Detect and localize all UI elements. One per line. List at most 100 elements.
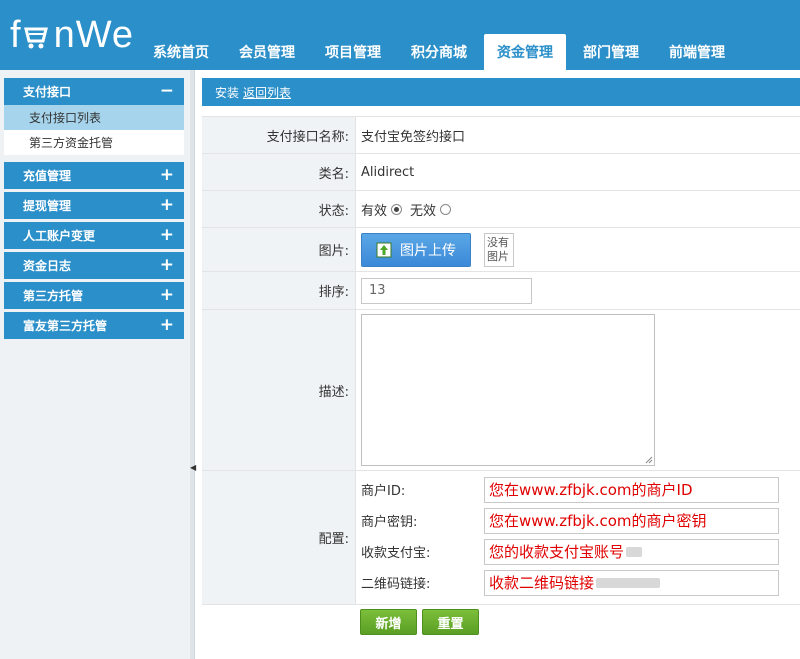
status-label: 状态:	[202, 191, 355, 227]
payment-form: 支付接口名称: 支付宝免签约接口 类名: Alidirect 状态: 有效 无效…	[202, 116, 800, 635]
sidebar-group-third-custody: 第三方托管 +	[4, 282, 184, 309]
sidebar-head-label: 人工账户变更	[23, 229, 96, 243]
form-row-class: 类名: Alidirect	[202, 154, 800, 191]
sidebar-head-manual-account[interactable]: 人工账户变更 +	[4, 222, 184, 249]
merchant-id-value: 您在www.zfbjk.com的商户ID	[489, 481, 693, 499]
config-line-merchant-id: 商户ID: 您在www.zfbjk.com的商户ID	[361, 474, 800, 505]
expand-icon[interactable]: +	[160, 257, 174, 274]
status-off-label: 无效	[410, 203, 437, 219]
page-title: 安装	[215, 85, 240, 100]
cart-icon	[23, 19, 53, 51]
upload-label: 图片上传	[400, 242, 456, 259]
description-label: 描述:	[202, 310, 355, 470]
sidebar-head-withdraw[interactable]: 提现管理 +	[4, 192, 184, 219]
sidebar-group-withdraw: 提现管理 +	[4, 192, 184, 219]
sidebar-head-label: 支付接口	[23, 85, 72, 99]
merchant-key-label: 商户密钥:	[361, 515, 418, 530]
qrcode-link-label: 二维码链接:	[361, 577, 431, 592]
form-row-description: 描述:	[202, 310, 800, 471]
sidebar-head-label: 提现管理	[23, 199, 72, 213]
expand-icon[interactable]: +	[160, 227, 174, 244]
nav-projects[interactable]: 项目管理	[312, 34, 394, 70]
name-value: 支付宝免签约接口	[355, 117, 800, 153]
nav-departments[interactable]: 部门管理	[570, 34, 652, 70]
back-to-list-link[interactable]: 返回列表	[243, 84, 291, 101]
merchant-id-label: 商户ID:	[361, 484, 406, 499]
config-line-qrcode-link: 二维码链接: 收款二维码链接	[361, 567, 800, 598]
form-row-config: 配置: 商户ID: 您在www.zfbjk.com的商户ID 商户密钥: 您在w…	[202, 471, 800, 605]
alipay-account-value: 您的收款支付宝账号	[489, 543, 625, 561]
sidebar-head-fuyou-custody[interactable]: 富友第三方托管 +	[4, 312, 184, 339]
sidebar-item-payment-list[interactable]: 支付接口列表	[4, 105, 184, 130]
merchant-key-input[interactable]: 您在www.zfbjk.com的商户密钥	[484, 507, 779, 534]
nav-funds[interactable]: 资金管理	[484, 34, 566, 70]
submit-button[interactable]: 新增	[360, 609, 417, 635]
no-image-placeholder: 没有图片	[484, 232, 514, 267]
merchant-id-input[interactable]: 您在www.zfbjk.com的商户ID	[484, 476, 779, 503]
sort-value	[355, 272, 800, 309]
merchant-key-value: 您在www.zfbjk.com的商户密钥	[489, 512, 707, 530]
sidebar-group-fuyou-custody: 富友第三方托管 +	[4, 312, 184, 339]
name-label: 支付接口名称:	[202, 117, 355, 153]
form-row-status: 状态: 有效 无效	[202, 191, 800, 228]
redacted-text	[596, 577, 661, 588]
expand-icon[interactable]: +	[160, 287, 174, 304]
qrcode-link-input[interactable]: 收款二维码链接	[484, 569, 779, 596]
description-textarea[interactable]	[361, 314, 655, 466]
sidebar: 支付接口 − 支付接口列表 第三方资金托管 充值管理 + 提现管理 + 人工账户…	[0, 70, 190, 659]
redacted-text	[626, 546, 643, 557]
qrcode-link-value: 收款二维码链接	[489, 574, 595, 592]
sidebar-head-label: 充值管理	[23, 169, 72, 183]
collapse-icon[interactable]: −	[160, 83, 174, 100]
status-on-radio[interactable]	[391, 203, 403, 215]
sidebar-group-recharge: 充值管理 +	[4, 162, 184, 189]
expand-icon[interactable]: +	[160, 197, 174, 214]
status-value: 有效 无效	[355, 191, 800, 227]
alipay-account-label: 收款支付宝:	[361, 546, 431, 561]
config-line-alipay-account: 收款支付宝: 您的收款支付宝账号	[361, 536, 800, 567]
sidebar-head-label: 资金日志	[23, 259, 72, 273]
image-upload-button[interactable]: 图片上传	[361, 232, 471, 267]
reset-button[interactable]: 重置	[422, 609, 479, 635]
sidebar-splitter[interactable]: ◀	[190, 70, 196, 659]
sidebar-head-third-custody[interactable]: 第三方托管 +	[4, 282, 184, 309]
form-row-sort: 排序:	[202, 272, 800, 310]
image-value: 图片上传 没有图片	[355, 228, 800, 271]
collapse-arrow-icon[interactable]: ◀	[190, 462, 196, 474]
sidebar-item-third-party-custody[interactable]: 第三方资金托管	[4, 130, 184, 155]
class-value: Alidirect	[355, 154, 800, 190]
sort-label: 排序:	[202, 272, 355, 309]
nav-home[interactable]: 系统首页	[140, 34, 222, 70]
main-nav: 系统首页 会员管理 项目管理 积分商城 资金管理 部门管理 前端管理	[140, 34, 742, 70]
page-titlebar: 安装 返回列表	[202, 78, 800, 106]
sidebar-head-recharge[interactable]: 充值管理 +	[4, 162, 184, 189]
sidebar-head-payment[interactable]: 支付接口 −	[4, 78, 184, 105]
config-label: 配置:	[202, 471, 355, 604]
form-row-name: 支付接口名称: 支付宝免签约接口	[202, 117, 800, 154]
upload-arrow-icon	[376, 242, 392, 258]
sidebar-head-fund-log[interactable]: 资金日志 +	[4, 252, 184, 279]
nav-members[interactable]: 会员管理	[226, 34, 308, 70]
config-value: 商户ID: 您在www.zfbjk.com的商户ID 商户密钥: 您在www.z…	[355, 471, 800, 604]
sidebar-head-label: 第三方托管	[23, 289, 84, 303]
form-actions: 新增 重置	[202, 605, 800, 635]
sidebar-group-payment: 支付接口 − 支付接口列表 第三方资金托管	[4, 78, 184, 155]
image-label: 图片:	[202, 228, 355, 271]
form-row-image: 图片: 图片上传 没有图片	[202, 228, 800, 272]
expand-icon[interactable]: +	[160, 167, 174, 184]
description-value	[355, 310, 800, 470]
fanwe-logo: f nWe	[10, 13, 135, 56]
expand-icon[interactable]: +	[160, 317, 174, 334]
nav-frontend[interactable]: 前端管理	[656, 34, 738, 70]
sidebar-head-label: 富友第三方托管	[23, 319, 108, 333]
alipay-account-input[interactable]: 您的收款支付宝账号	[484, 538, 779, 565]
status-on-label: 有效	[361, 203, 388, 219]
sort-input[interactable]	[361, 277, 532, 304]
main-panel: 安装 返回列表 支付接口名称: 支付宝免签约接口 类名: Alidirect 状…	[202, 78, 800, 659]
nav-points-mall[interactable]: 积分商城	[398, 34, 480, 70]
class-label: 类名:	[202, 154, 355, 190]
sidebar-group-fund-log: 资金日志 +	[4, 252, 184, 279]
status-off-radio[interactable]	[440, 203, 452, 215]
resize-grip-icon[interactable]	[645, 456, 653, 464]
config-line-merchant-key: 商户密钥: 您在www.zfbjk.com的商户密钥	[361, 505, 800, 536]
